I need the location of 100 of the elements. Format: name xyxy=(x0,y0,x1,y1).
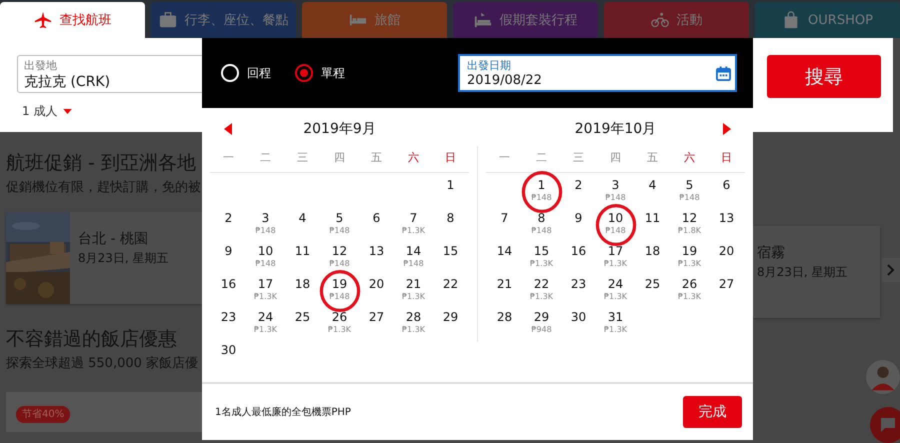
calendar-day[interactable]: 28 xyxy=(496,308,512,338)
search-button[interactable]: 搜尋 xyxy=(767,55,881,98)
calendar-day[interactable]: 13 xyxy=(368,242,384,272)
calendar-day[interactable]: 20 xyxy=(368,275,384,305)
calendar-day[interactable]: 24 ₱1.3K xyxy=(254,308,278,338)
calendar-day[interactable]: 27 xyxy=(718,275,734,305)
triangle-right-icon xyxy=(722,123,731,135)
calendar-day[interactable]: 18 xyxy=(294,275,310,305)
calendar-day[interactable]: 28 ₱1.3K xyxy=(402,308,426,338)
month-title: 2019年9月 xyxy=(303,120,376,138)
calendar-day[interactable]: 2 xyxy=(574,176,582,206)
weekday-label: 四 xyxy=(334,150,345,166)
calendar-day[interactable]: 9 xyxy=(574,209,582,239)
calendar-day[interactable]: 7 xyxy=(500,209,508,239)
next-button[interactable] xyxy=(882,258,900,282)
calendar-day[interactable]: 26 ₱1.3K xyxy=(328,308,352,338)
calendar-day[interactable]: 11 xyxy=(294,242,310,272)
calendar-day[interactable]: 25 xyxy=(644,275,660,305)
calendar-day[interactable]: 12 ₱148 xyxy=(329,242,350,272)
calendar-day[interactable]: 11 xyxy=(644,209,660,239)
date-field[interactable]: 出發日期 2019/08/22 xyxy=(458,54,737,92)
calendar-day[interactable]: 3 ₱148 xyxy=(605,176,626,206)
calendar-day[interactable]: 16 xyxy=(570,242,586,272)
bicycle-icon xyxy=(650,11,668,29)
calendar-day[interactable]: 17 ₱1.3K xyxy=(604,242,628,272)
weekday-label: 三 xyxy=(297,150,308,166)
calendar-day[interactable]: 16 xyxy=(220,275,236,305)
calendar-day[interactable]: 25 xyxy=(294,308,310,338)
calendar-day[interactable]: 5 ₱148 xyxy=(679,176,700,206)
calendar-day[interactable]: 18 xyxy=(644,242,660,272)
calendar-day[interactable]: 6 xyxy=(722,176,730,206)
weekday-label: 六 xyxy=(408,150,419,166)
calendar-day[interactable]: 21 xyxy=(496,275,512,305)
suitcase-icon xyxy=(158,11,176,29)
calendar-day[interactable]: 23 xyxy=(570,275,586,305)
bed-icon xyxy=(474,11,492,29)
previous-month-button[interactable] xyxy=(224,123,232,135)
chevron-right-icon xyxy=(887,264,895,276)
calendar-day[interactable]: 23 xyxy=(220,308,236,338)
next-month-button[interactable] xyxy=(722,123,731,135)
calendar-day[interactable]: 29 ₱948 xyxy=(531,308,552,338)
calendar-day[interactable]: 17 ₱1.3K xyxy=(254,275,278,305)
done-button[interactable]: 完成 xyxy=(683,396,742,428)
triangle-left-icon xyxy=(224,123,232,135)
avatar[interactable] xyxy=(866,360,900,394)
weekday-label: 二 xyxy=(536,150,547,166)
calendar-day[interactable]: 10 ₱148 xyxy=(255,242,276,272)
calendar-day[interactable]: 27 xyxy=(368,308,384,338)
calendar-day[interactable]: 19 ₱1.3K xyxy=(678,242,702,272)
weekday-label: 五 xyxy=(371,150,382,166)
calendar-day[interactable]: 30 xyxy=(220,341,236,371)
route-title: 宿霧 xyxy=(757,244,786,262)
calendar-day[interactable]: 4 xyxy=(648,176,656,206)
price-note: 1名成人最低廉的全包機票PHP xyxy=(215,406,351,419)
calendar-day[interactable]: 9 xyxy=(224,242,232,272)
calendar-day[interactable]: 4 xyxy=(298,209,306,239)
route-title: 台北 - 桃園 xyxy=(78,230,149,248)
calendar-day[interactable]: 13 xyxy=(718,209,734,239)
calendar-day[interactable]: 15 xyxy=(442,242,458,272)
weekday-label: 二 xyxy=(260,150,271,166)
calendar-day[interactable]: 14 xyxy=(496,242,512,272)
calendar-day[interactable]: 8 xyxy=(446,209,454,239)
weekday-label: 四 xyxy=(610,150,621,166)
calendar-day[interactable]: 31 ₱1.3K xyxy=(604,308,628,338)
calendar-day[interactable]: 8 ₱148 xyxy=(531,209,552,239)
weekday-label: 六 xyxy=(684,150,695,166)
weekday-label: 日 xyxy=(721,150,732,166)
calendar-day[interactable]: 12 ₱1.8K xyxy=(678,209,702,239)
shopping-bag-icon xyxy=(782,11,800,29)
calendar-day[interactable]: 21 ₱1.3K xyxy=(402,275,426,305)
chat-icon xyxy=(880,417,896,433)
caret-icon xyxy=(63,109,72,114)
calendar-day[interactable]: 20 xyxy=(718,242,734,272)
calendar-day[interactable]: 26 ₱1.3K xyxy=(678,275,702,305)
month-title: 2019年10月 xyxy=(574,120,656,138)
tab[interactable]: 查找航班 xyxy=(0,2,145,38)
calendar-day[interactable]: 14 ₱148 xyxy=(403,242,424,272)
calendar-day[interactable]: 6 xyxy=(372,209,380,239)
calendar-day[interactable]: 5 ₱148 xyxy=(329,209,350,239)
calendar-day[interactable]: 3 ₱148 xyxy=(255,209,276,239)
calendar-day[interactable]: 15 ₱1.3K xyxy=(530,242,554,272)
calendar-day[interactable]: 24 ₱1.3K xyxy=(604,275,628,305)
trip-type-radio[interactable]: 回程 xyxy=(221,64,271,82)
weekday-label: 一 xyxy=(223,150,234,166)
discount-badge: 节省40% xyxy=(16,406,70,423)
airplane-icon xyxy=(34,11,52,29)
flight-date: 8月23日, 星期五 xyxy=(757,264,849,281)
passenger-dropdown[interactable]: 1 成人 xyxy=(17,103,317,120)
calendar-day[interactable]: 7 ₱1.3K xyxy=(402,209,426,239)
calendar-day[interactable]: 30 xyxy=(570,308,586,338)
weekday-label: 日 xyxy=(445,150,456,166)
weekday-label: 三 xyxy=(573,150,584,166)
chat-button[interactable] xyxy=(870,407,900,443)
calendar-day[interactable]: 22 ₱1.3K xyxy=(530,275,554,305)
calendar-day[interactable]: 2 xyxy=(224,209,232,239)
calendar-day[interactable]: 29 xyxy=(442,308,458,338)
calendar-day[interactable]: 22 xyxy=(442,275,458,305)
calendar-day[interactable]: 1 xyxy=(446,176,454,206)
flight-date: 8月23日, 星期五 xyxy=(78,250,169,267)
weekday-label: 一 xyxy=(499,150,510,166)
